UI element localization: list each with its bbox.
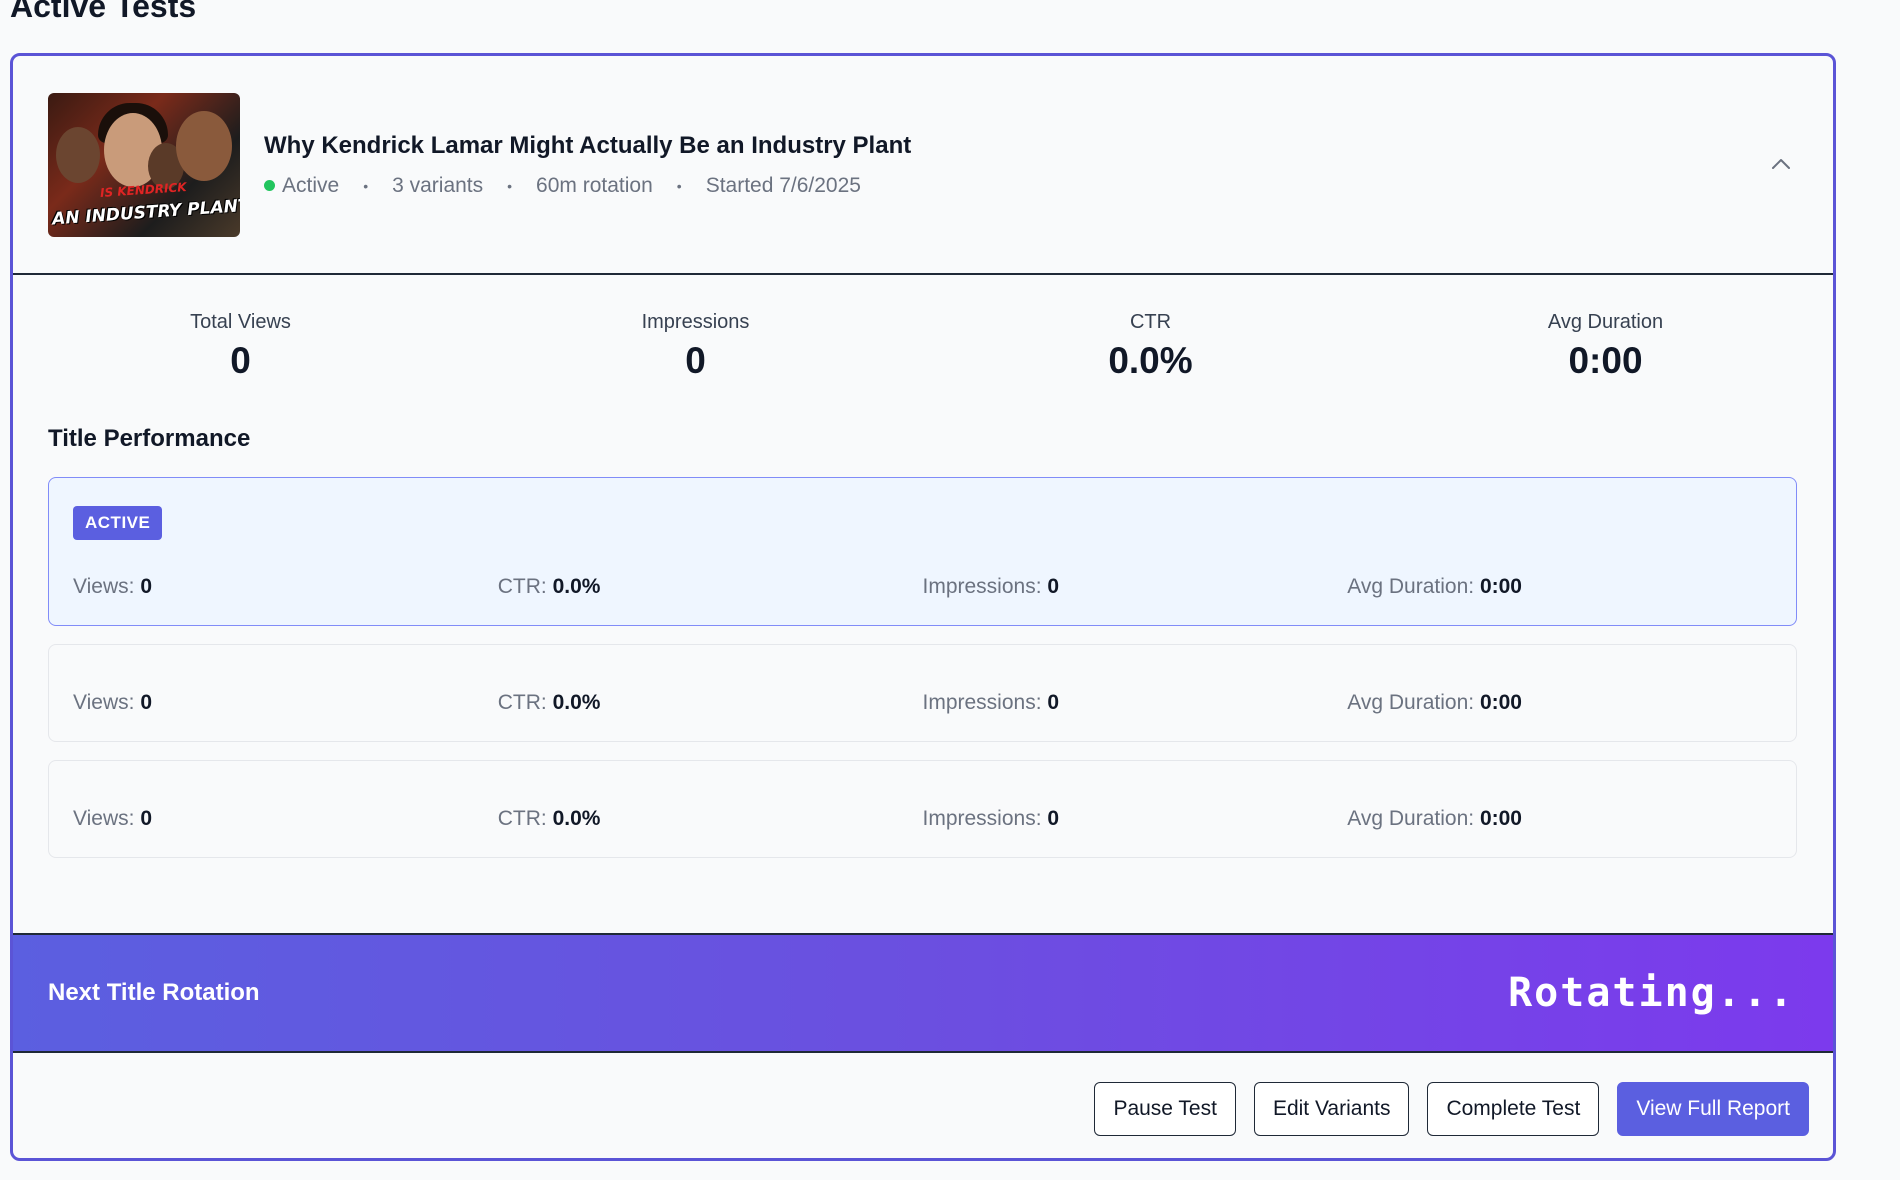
thumbnail-subtext: IS KENDRICK [99, 179, 187, 200]
start-date: Started 7/6/2025 [705, 173, 861, 197]
chevron-up-icon [1772, 159, 1790, 169]
stat-value: 0:00 [1568, 340, 1643, 381]
variant-row[interactable]: Views: 0 CTR: 0.0% Impressions: 0 Avg Du… [48, 760, 1797, 858]
stat-avg-duration: Avg Duration 0:00 [1378, 311, 1833, 425]
test-meta: Active • 3 variants • 60m rotation • Sta… [264, 174, 911, 198]
stat-label: Impressions [641, 311, 750, 333]
video-title: Why Kendrick Lamar Might Actually Be an … [264, 131, 912, 159]
rotation-interval: 60m rotation [536, 173, 653, 197]
variant-row[interactable]: Views: 0 CTR: 0.0% Impressions: 0 Avg Du… [48, 644, 1797, 742]
separator-dot: • [507, 177, 513, 194]
variant-row-active[interactable]: ACTIVE Views: 0 CTR: 0.0% Impressions: 0… [48, 477, 1797, 626]
separator-dot: • [363, 177, 369, 194]
stat-ctr: CTR 0.0% [923, 311, 1378, 425]
status-dot-icon [264, 180, 275, 191]
metric-views: Views: 0 [73, 691, 153, 714]
status-text: Active [282, 173, 340, 197]
action-bar: Pause Test Edit Variants Complete Test V… [13, 1053, 1833, 1158]
stat-impressions: Impressions 0 [468, 311, 923, 425]
metric-views: Views: 0 [73, 807, 153, 830]
view-full-report-button[interactable]: View Full Report [1617, 1081, 1809, 1136]
metric-views: Views: 0 [73, 575, 153, 598]
metric-impressions: Impressions: 0 [922, 575, 1060, 598]
variant-list: ACTIVE Views: 0 CTR: 0.0% Impressions: 0… [48, 477, 1797, 858]
variants-count: 3 variants [392, 173, 484, 197]
title-performance-heading: Title Performance [48, 425, 251, 452]
stat-value: 0 [230, 340, 251, 381]
metric-ctr: CTR: 0.0% [497, 575, 601, 598]
summary-stats: Total Views 0 Impressions 0 CTR 0.0% Avg… [13, 275, 1833, 425]
stat-label: Total Views [190, 311, 291, 333]
stat-value: 0 [685, 340, 706, 381]
collapse-button[interactable] [1763, 146, 1799, 182]
test-card-header[interactable]: IS KENDRICK AN INDUSTRY PLANT? Why Kendr… [13, 56, 1833, 275]
rotation-banner: Next Title Rotation Rotating... [13, 933, 1833, 1053]
thumbnail-text: AN INDUSTRY PLANT? [51, 194, 240, 229]
metric-ctr: CTR: 0.0% [497, 807, 601, 830]
rotation-status: Rotating... [1508, 970, 1795, 1016]
stat-label: CTR [1129, 311, 1172, 333]
stat-value: 0.0% [1108, 340, 1193, 381]
pause-test-button[interactable]: Pause Test [1094, 1081, 1236, 1136]
metric-avg-duration: Avg Duration: 0:00 [1347, 575, 1522, 598]
active-badge: ACTIVE [73, 506, 163, 540]
metric-avg-duration: Avg Duration: 0:00 [1347, 807, 1522, 830]
metric-impressions: Impressions: 0 [922, 691, 1060, 714]
video-thumbnail: IS KENDRICK AN INDUSTRY PLANT? [48, 92, 240, 237]
edit-variants-button[interactable]: Edit Variants [1253, 1081, 1410, 1136]
metric-ctr: CTR: 0.0% [497, 691, 601, 714]
metric-impressions: Impressions: 0 [922, 807, 1060, 830]
metric-avg-duration: Avg Duration: 0:00 [1347, 691, 1522, 714]
stat-label: Avg Duration [1547, 311, 1664, 333]
complete-test-button[interactable]: Complete Test [1427, 1081, 1600, 1136]
test-card: IS KENDRICK AN INDUSTRY PLANT? Why Kendr… [10, 53, 1836, 1161]
page-title: Active Tests [10, 0, 197, 24]
separator-dot: • [676, 177, 682, 194]
stat-total-views: Total Views 0 [13, 311, 468, 425]
rotation-label: Next Title Rotation [48, 979, 260, 1006]
